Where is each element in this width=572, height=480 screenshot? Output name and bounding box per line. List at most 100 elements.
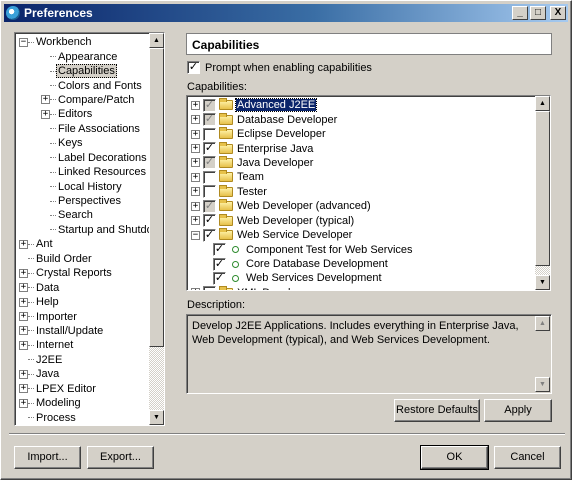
export-button[interactable]: Export... [87, 446, 154, 469]
capability-checkbox[interactable] [203, 170, 216, 184]
tree-item[interactable]: Appearance [17, 49, 149, 63]
apply-button[interactable]: Apply [484, 399, 552, 422]
tree-scroll-thumb[interactable] [149, 48, 164, 347]
description-scroll-up-button[interactable]: ▲ [535, 316, 550, 331]
capability-checkbox[interactable] [203, 127, 216, 141]
prompt-checkbox[interactable]: ✓ [187, 61, 200, 74]
capability-item[interactable]: + ✓ Database Developer [191, 112, 531, 127]
expand-icon[interactable]: + [191, 187, 200, 197]
tree-item[interactable]: Process [17, 410, 149, 424]
expand-icon[interactable]: + [19, 369, 28, 379]
tree-item[interactable]: + Editors [17, 107, 149, 121]
description-scrollbar[interactable]: ▲ ▼ [535, 316, 550, 392]
expand-icon[interactable]: + [41, 109, 50, 119]
expand-icon[interactable]: + [191, 144, 200, 154]
capabilities-scrollbar[interactable]: ▲ ▼ [535, 96, 550, 290]
tree-item[interactable]: Build Order [17, 252, 149, 266]
import-button[interactable]: Import... [14, 446, 81, 469]
maximize-button[interactable]: □ [530, 6, 546, 20]
tree-item[interactable]: File Associations [17, 122, 149, 136]
prompt-checkbox-row[interactable]: ✓ Prompt when enabling capabilities [187, 61, 372, 74]
expand-icon[interactable]: + [19, 239, 28, 249]
tree-item[interactable]: + Java [17, 367, 149, 381]
expand-icon[interactable]: + [191, 115, 200, 125]
expand-icon[interactable]: + [191, 201, 200, 211]
capability-checkbox[interactable]: ✓ [203, 142, 216, 156]
capability-child-item[interactable]: ✓ Core Database Development [191, 257, 531, 271]
expand-icon[interactable]: + [191, 158, 200, 168]
tree-scrollbar[interactable]: ▲ ▼ [149, 33, 164, 425]
tree-item[interactable]: + Ant [17, 237, 149, 251]
tree-item[interactable]: Startup and Shutdown [17, 223, 164, 237]
cancel-button[interactable]: Cancel [494, 446, 561, 469]
expand-icon[interactable]: + [19, 312, 28, 322]
tree-item[interactable]: + Help [17, 295, 149, 309]
description-scroll-down-button[interactable]: ▼ [535, 377, 550, 392]
capability-item[interactable]: − ✓ Web Service Developer [191, 228, 531, 242]
expand-icon[interactable]: + [191, 100, 200, 110]
minimize-button[interactable]: _ [512, 6, 528, 20]
expand-icon[interactable]: + [191, 288, 200, 290]
capability-checkbox[interactable] [203, 286, 216, 290]
capability-item[interactable]: + Team [191, 170, 531, 184]
capability-checkbox[interactable]: ✓ [203, 113, 216, 127]
expand-icon[interactable]: + [191, 172, 200, 182]
tree-scroll-up-button[interactable]: ▲ [149, 33, 164, 48]
capability-checkbox[interactable]: ✓ [213, 271, 226, 285]
capability-item[interactable]: + Tester [191, 184, 531, 199]
capability-child-item[interactable]: ✓ Component Test for Web Services [191, 242, 531, 257]
preferences-tree[interactable]: − Workbench Appearance Capabilities Colors a… [14, 32, 165, 426]
tree-item[interactable]: + Internet [17, 338, 149, 352]
tree-item[interactable]: Linked Resources [17, 165, 149, 179]
expand-icon[interactable]: + [41, 95, 50, 105]
tree-item[interactable]: Local History [17, 179, 149, 193]
capability-item[interactable]: + ✓ Advanced J2EE [191, 98, 531, 113]
close-button[interactable]: X [550, 6, 566, 20]
capability-checkbox[interactable]: ✓ [213, 257, 226, 271]
capability-item[interactable]: + ✓ Web Developer (typical) [191, 213, 531, 228]
tree-item[interactable]: + LPEX Editor [17, 382, 149, 396]
capability-checkbox[interactable]: ✓ [203, 156, 216, 170]
tree-item[interactable]: J2EE [17, 353, 149, 367]
capability-checkbox[interactable]: ✓ [203, 228, 216, 242]
capability-item[interactable]: + Eclipse Developer [191, 127, 531, 141]
capability-checkbox[interactable]: ✓ [203, 199, 216, 213]
expand-icon[interactable]: + [19, 297, 28, 307]
tree-item[interactable]: + Crystal Reports [17, 266, 149, 280]
expand-icon[interactable]: + [19, 326, 28, 336]
tree-item[interactable]: Label Decorations [17, 151, 149, 165]
expand-icon[interactable]: + [19, 384, 28, 394]
expand-icon[interactable]: + [19, 268, 28, 278]
collapse-icon[interactable]: − [19, 37, 28, 47]
title-bar[interactable]: Preferences _ □ X [4, 4, 568, 22]
ok-button[interactable]: OK [420, 445, 489, 470]
tree-item[interactable]: Colors and Fonts [17, 78, 149, 92]
tree-item[interactable]: Search [17, 208, 149, 222]
restore-defaults-button[interactable]: Restore Defaults [394, 399, 480, 422]
collapse-icon[interactable]: − [191, 230, 200, 240]
capability-item[interactable]: + ✓ Java Developer [191, 155, 531, 170]
capability-checkbox[interactable] [203, 185, 216, 199]
expand-icon[interactable]: + [191, 216, 200, 226]
tree-item[interactable]: + Compare/Patch [17, 93, 149, 107]
capability-child-item[interactable]: ✓ Web Services Development [191, 271, 531, 285]
tree-item[interactable]: Keys [17, 136, 149, 150]
tree-item[interactable]: Capabilities [17, 64, 149, 79]
tree-scroll-down-button[interactable]: ▼ [149, 410, 164, 425]
tree-item[interactable]: + Importer [17, 309, 149, 323]
capability-checkbox[interactable]: ✓ [203, 98, 216, 112]
tree-item[interactable]: − Workbench [17, 35, 149, 49]
expand-icon[interactable]: + [19, 398, 28, 408]
capabilities-scroll-thumb[interactable] [535, 111, 550, 266]
capabilities-tree[interactable]: + ✓ Advanced J2EE + ✓ Database Developer + Ecli… [186, 95, 551, 291]
capability-item[interactable]: + ✓ Enterprise Java [191, 141, 531, 156]
tree-item[interactable]: + Modeling [17, 396, 149, 410]
capability-item[interactable]: + XML Developer [191, 285, 531, 290]
tree-item[interactable]: + Install/Update [17, 324, 149, 338]
capability-checkbox[interactable]: ✓ [213, 243, 226, 257]
expand-icon[interactable]: + [191, 129, 200, 139]
expand-icon[interactable]: + [19, 283, 28, 293]
expand-icon[interactable]: + [19, 340, 28, 350]
capability-item[interactable]: + ✓ Web Developer (advanced) [191, 199, 531, 213]
capabilities-scroll-up-button[interactable]: ▲ [535, 96, 550, 111]
